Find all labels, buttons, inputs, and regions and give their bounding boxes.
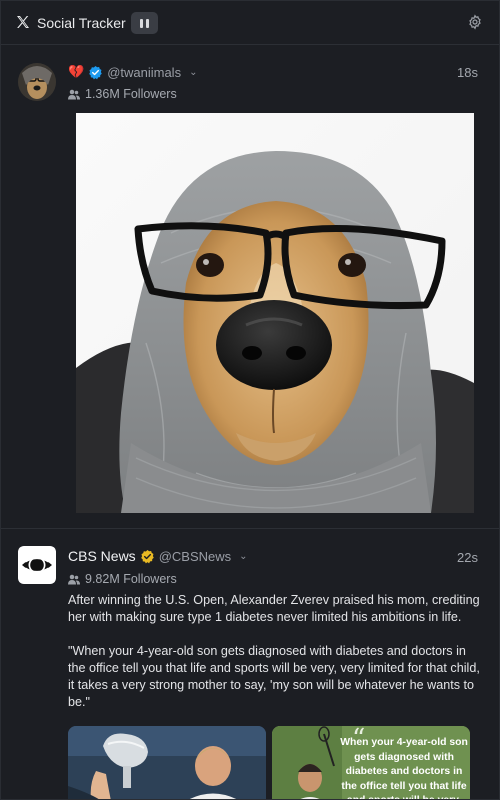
post-image[interactable] — [76, 113, 474, 513]
pause-icon — [140, 18, 143, 28]
follower-count: 9.82M Followers — [68, 572, 177, 586]
quote-card-text: When your 4-year-old son gets diagnosed … — [340, 737, 468, 799]
post-body: After winning the U.S. Open, Alexander Z… — [68, 592, 486, 728]
tweet-card[interactable]: CBS News @CBSNews ⌄ 22s 9.82M Followers … — [1, 530, 499, 799]
post-paragraph: After winning the U.S. Open, Alexander Z… — [68, 593, 480, 624]
x-logo-icon[interactable] — [15, 14, 31, 30]
post-paragraph: "When your 4-year-old son gets diagnosed… — [68, 644, 480, 709]
post-media-photo[interactable] — [68, 726, 266, 799]
post-timestamp: 18s — [457, 65, 478, 80]
avatar[interactable] — [18, 63, 56, 101]
author-handle[interactable]: @twaniimals — [107, 65, 181, 80]
avatar[interactable] — [18, 546, 56, 584]
users-icon — [68, 89, 80, 99]
chevron-down-icon[interactable]: ⌄ — [239, 551, 247, 562]
gear-icon[interactable] — [467, 14, 483, 30]
author-handle[interactable]: @CBSNews — [159, 549, 231, 564]
author-row: 💔 @twaniimals ⌄ — [68, 64, 197, 80]
users-icon — [68, 574, 80, 584]
tweet-card[interactable]: 💔 @twaniimals ⌄ 18s 1.36M Followers — [1, 45, 499, 529]
app-header: Social Tracker — [1, 1, 499, 45]
follower-count: 1.36M Followers — [68, 87, 177, 101]
author-row: CBS News @CBSNews ⌄ — [68, 548, 248, 564]
author-name[interactable]: CBS News — [68, 548, 136, 564]
verified-badge-icon — [89, 65, 102, 79]
app-window: Social Tracker 💔 @twaniimals ⌄ 18s 1.36M… — [0, 0, 500, 800]
post-media-quote-card[interactable]: “ When your 4-year-old son gets diagnose… — [272, 726, 470, 799]
app-title: Social Tracker — [37, 15, 126, 31]
post-timestamp: 22s — [457, 550, 478, 565]
pause-button[interactable] — [131, 12, 158, 34]
follower-count-text: 1.36M Followers — [85, 87, 177, 101]
chevron-down-icon[interactable]: ⌄ — [189, 67, 197, 78]
verified-gold-badge-icon — [140, 549, 154, 563]
follower-count-text: 9.82M Followers — [85, 572, 177, 586]
author-emoji: 💔 — [68, 64, 85, 79]
